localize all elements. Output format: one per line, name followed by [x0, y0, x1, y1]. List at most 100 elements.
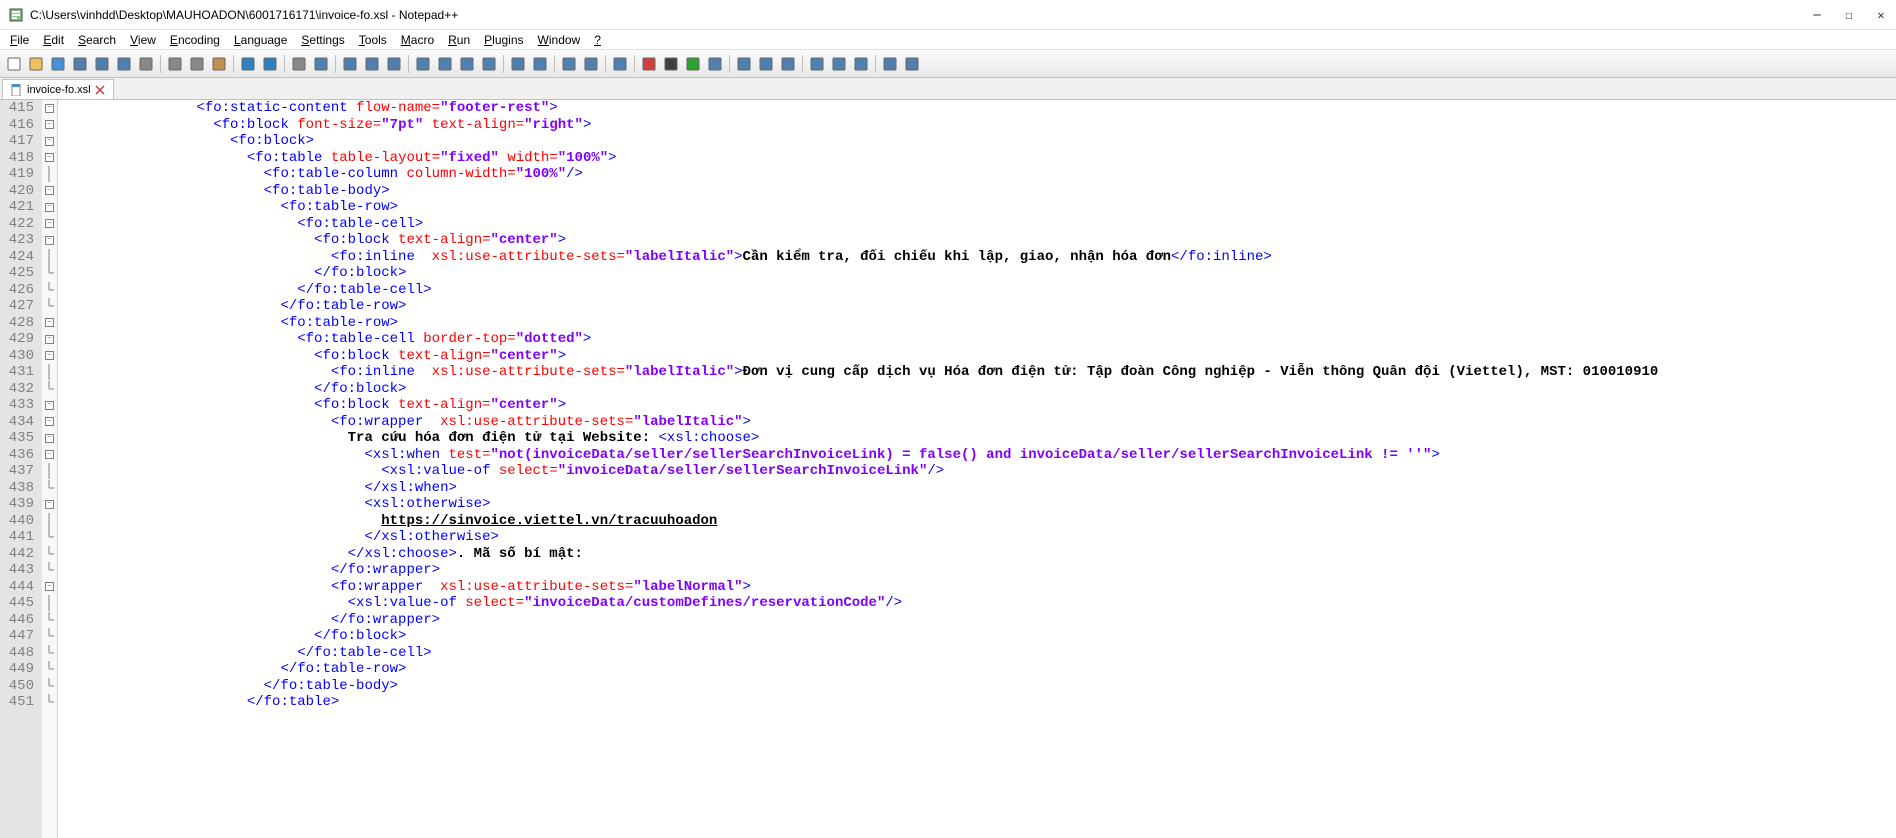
fold-marker[interactable]	[42, 562, 57, 579]
fold-marker[interactable]	[42, 595, 57, 612]
tab-invoice-fo[interactable]: invoice-fo.xsl	[2, 79, 114, 99]
b3-button[interactable]	[778, 54, 798, 74]
unfold-button[interactable]	[530, 54, 550, 74]
fold-marker[interactable]: −	[42, 414, 57, 431]
code-line[interactable]: <fo:block font-size="7pt" text-align="ri…	[58, 117, 1896, 134]
code-line[interactable]: <fo:wrapper xsl:use-attribute-sets="labe…	[58, 579, 1896, 596]
fold-marker[interactable]	[42, 166, 57, 183]
tab-close-icon[interactable]	[95, 85, 105, 95]
code-line[interactable]: <fo:table-cell border-top="dotted">	[58, 331, 1896, 348]
code-line[interactable]: </xsl:otherwise>	[58, 529, 1896, 546]
code-line[interactable]: <fo:static-content flow-name="footer-res…	[58, 100, 1896, 117]
minimize-button[interactable]: ─	[1810, 8, 1824, 22]
menu-tools[interactable]: Tools	[353, 31, 393, 49]
code-line[interactable]: Tra cứu hóa đơn điện tử tại Website: <xs…	[58, 430, 1896, 447]
comment-button[interactable]	[559, 54, 579, 74]
code-line[interactable]: <fo:table-body>	[58, 183, 1896, 200]
play-multi-button[interactable]	[705, 54, 725, 74]
fold-button[interactable]	[508, 54, 528, 74]
menu-plugins[interactable]: Plugins	[478, 31, 529, 49]
fold-marker[interactable]: −	[42, 315, 57, 332]
wrap-button[interactable]	[413, 54, 433, 74]
code-line[interactable]: <fo:table-column column-width="100%"/>	[58, 166, 1896, 183]
code-line[interactable]: </fo:block>	[58, 628, 1896, 645]
fold-marker[interactable]	[42, 529, 57, 546]
fold-marker[interactable]: −	[42, 216, 57, 233]
new-button[interactable]	[4, 54, 24, 74]
code-line[interactable]: <fo:block text-align="center">	[58, 348, 1896, 365]
code-line[interactable]: <xsl:when test="not(invoiceData/seller/s…	[58, 447, 1896, 464]
undo-button[interactable]	[238, 54, 258, 74]
fold-marker[interactable]	[42, 364, 57, 381]
fold-marker[interactable]	[42, 265, 57, 282]
menu-language[interactable]: Language	[228, 31, 293, 49]
code-line[interactable]: </fo:wrapper>	[58, 612, 1896, 629]
code-line[interactable]: </fo:table-cell>	[58, 282, 1896, 299]
zoom-in-button[interactable]	[340, 54, 360, 74]
fold-marker[interactable]: −	[42, 397, 57, 414]
menu-encoding[interactable]: Encoding	[164, 31, 226, 49]
print-button[interactable]	[136, 54, 156, 74]
fold-marker[interactable]	[42, 480, 57, 497]
code-line[interactable]: https://sinvoice.viettel.vn/tracuuhoadon	[58, 513, 1896, 530]
fold-marker[interactable]: −	[42, 100, 57, 117]
code-line[interactable]: <fo:wrapper xsl:use-attribute-sets="labe…	[58, 414, 1896, 431]
fold-marker[interactable]: −	[42, 331, 57, 348]
code-line[interactable]: <xsl:otherwise>	[58, 496, 1896, 513]
fold-marker[interactable]	[42, 628, 57, 645]
fold-marker[interactable]: −	[42, 199, 57, 216]
b1-button[interactable]	[734, 54, 754, 74]
zoom-out-button[interactable]	[362, 54, 382, 74]
code-line[interactable]: <fo:table-row>	[58, 315, 1896, 332]
code-editor[interactable]: 4154164174184194204214224234244254264274…	[0, 100, 1896, 838]
menu-macro[interactable]: Macro	[395, 31, 440, 49]
sync-button[interactable]	[384, 54, 404, 74]
fold-marker[interactable]	[42, 694, 57, 711]
cut-button[interactable]	[165, 54, 185, 74]
menu-window[interactable]: Window	[532, 31, 587, 49]
record-button[interactable]	[639, 54, 659, 74]
code-line[interactable]: </fo:wrapper>	[58, 562, 1896, 579]
close-all-button[interactable]	[114, 54, 134, 74]
fold-marker[interactable]: −	[42, 183, 57, 200]
fold-marker[interactable]	[42, 661, 57, 678]
code-line[interactable]: </fo:table-cell>	[58, 645, 1896, 662]
hide-button[interactable]	[610, 54, 630, 74]
indent-button[interactable]	[457, 54, 477, 74]
chars-button[interactable]	[435, 54, 455, 74]
fold-marker[interactable]	[42, 282, 57, 299]
menu-file[interactable]: File	[4, 31, 35, 49]
t1-button[interactable]	[807, 54, 827, 74]
fold-marker[interactable]	[42, 298, 57, 315]
save-button[interactable]	[48, 54, 68, 74]
code-line[interactable]: <fo:table-cell>	[58, 216, 1896, 233]
fold-marker[interactable]: −	[42, 447, 57, 464]
m2-button[interactable]	[902, 54, 922, 74]
stop-button[interactable]	[661, 54, 681, 74]
menu-edit[interactable]: Edit	[37, 31, 70, 49]
fold-marker[interactable]: −	[42, 496, 57, 513]
fold-marker[interactable]	[42, 513, 57, 530]
code-line[interactable]: </fo:table-row>	[58, 661, 1896, 678]
fold-gutter[interactable]: −−−−−−−−−−−−−−−−−	[42, 100, 58, 838]
maximize-button[interactable]: ☐	[1842, 8, 1856, 22]
menu-run[interactable]: Run	[442, 31, 476, 49]
open-button[interactable]	[26, 54, 46, 74]
fold-marker[interactable]	[42, 678, 57, 695]
code-line[interactable]: </xsl:choose>. Mã số bí mật:	[58, 546, 1896, 563]
code-line[interactable]: <fo:inline xsl:use-attribute-sets="label…	[58, 364, 1896, 381]
lang-button[interactable]	[479, 54, 499, 74]
code-line[interactable]: <fo:table table-layout="fixed" width="10…	[58, 150, 1896, 167]
close-button[interactable]	[92, 54, 112, 74]
code-line[interactable]: <fo:inline xsl:use-attribute-sets="label…	[58, 249, 1896, 266]
close-button[interactable]: ✕	[1874, 8, 1888, 22]
paste-button[interactable]	[209, 54, 229, 74]
code-line[interactable]: </fo:block>	[58, 381, 1896, 398]
fold-marker[interactable]	[42, 645, 57, 662]
menu-search[interactable]: Search	[72, 31, 122, 49]
redo-button[interactable]	[260, 54, 280, 74]
t3-button[interactable]	[851, 54, 871, 74]
menu-help[interactable]: ?	[588, 31, 607, 49]
code-line[interactable]: <xsl:value-of select="invoiceData/seller…	[58, 463, 1896, 480]
fold-marker[interactable]	[42, 546, 57, 563]
